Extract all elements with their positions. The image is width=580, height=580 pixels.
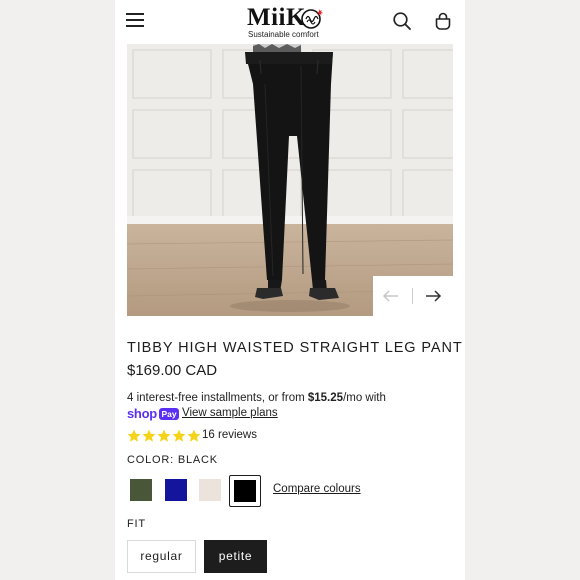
color-label: COLOR: BLACK <box>127 454 218 466</box>
compare-colours-link[interactable]: Compare colours <box>273 483 361 495</box>
installments-amount: $15.25 <box>307 392 344 404</box>
swatch-olive[interactable] <box>130 479 152 501</box>
shop-pay-badge: Pay <box>159 408 179 420</box>
reviews-count[interactable]: 16 reviews <box>202 429 257 441</box>
star-icon <box>142 429 156 442</box>
search-icon[interactable] <box>392 11 412 31</box>
logo-mark-icon <box>301 9 323 29</box>
star-icon <box>157 429 171 442</box>
swatch-blush[interactable] <box>199 479 221 501</box>
star-icon <box>187 429 201 442</box>
shop-pay-shop: shop <box>127 406 157 421</box>
product-title: TIBBY HIGH WAISTED STRAIGHT LEG PANT <box>127 340 463 356</box>
arrow-left-icon[interactable] <box>381 286 401 306</box>
installments-prefix: 4 interest-free installments, or from <box>127 392 308 404</box>
fit-option-petite[interactable]: petite <box>204 540 267 573</box>
menu-icon[interactable] <box>126 13 144 27</box>
swatch-navy[interactable] <box>165 479 187 501</box>
product-price: $169.00 CAD <box>127 362 218 379</box>
slider-divider <box>412 288 413 304</box>
installments-suffix: /mo with <box>343 392 386 404</box>
logo-wordmark: MiiK <box>247 4 306 31</box>
star-icon <box>172 429 186 442</box>
site-header: MiiK Sustainable comfort <box>115 0 465 44</box>
arrow-right-icon[interactable] <box>423 286 443 306</box>
bag-icon[interactable] <box>433 11 453 31</box>
logo-tagline: Sustainable comfort <box>248 30 319 39</box>
image-slider-nav <box>373 276 454 316</box>
site-logo[interactable]: MiiK Sustainable comfort <box>245 5 335 41</box>
view-sample-plans-link[interactable]: View sample plans <box>182 407 278 419</box>
swatch-black[interactable] <box>234 480 256 502</box>
fit-label: FIT <box>127 518 146 530</box>
installments-text: 4 interest-free installments, or from $1… <box>127 392 386 404</box>
product-page: MiiK Sustainable comfort TIBBY HIGH WAIS… <box>115 0 465 580</box>
fit-option-regular[interactable]: regular <box>127 540 196 573</box>
star-icon <box>127 429 141 442</box>
